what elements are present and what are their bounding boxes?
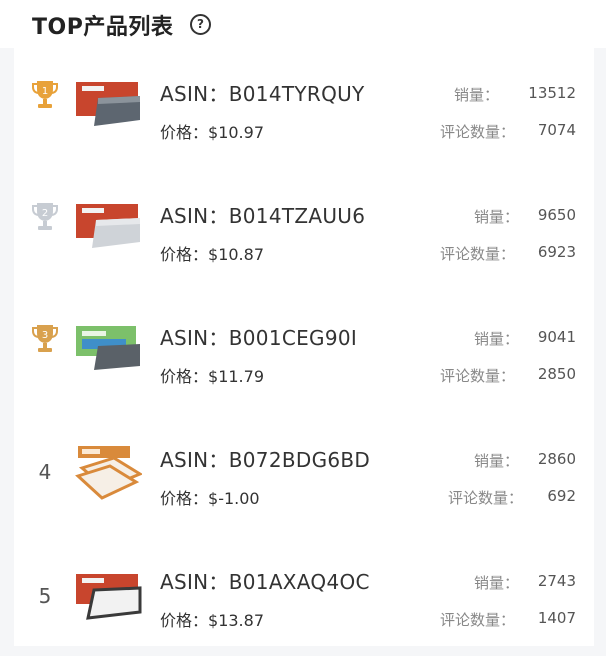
list-item[interactable]: 5 ASIN：B01AXAQ4OC 价格：$13.87 销量： 2743 评论数… [14,534,594,656]
product-thumbnail [74,572,142,620]
reviews-label: 评论数量： [440,245,516,263]
asin-value: B014TZAUU6 [228,204,366,228]
gold-trophy-icon: 1 [30,78,60,112]
rank-number: 5 [38,584,52,608]
list-item[interactable]: 3 ASIN：B001CEG90I 价格：$11.79 销量： 9041 评论数… [14,290,594,412]
sales-label: 销量： [474,208,520,226]
svg-text:1: 1 [42,86,48,97]
price-value: $10.97 [208,123,264,142]
sales-value: 2743 [537,572,576,590]
sales-label: 销量： [474,452,520,470]
reviews-value: 692 [547,487,576,505]
reviews-value: 2850 [537,365,576,383]
list-item[interactable]: 4 ASIN：B072BDG6BD 价格：$-1.00 销量： 2860 评论数… [14,412,594,534]
asin-value: B001CEG90I [228,326,358,350]
sales-value: 9041 [537,328,576,346]
header: TOP产品列表 ? [0,0,606,48]
page-title: TOP产品列表 [32,15,174,40]
price-value: $-1.00 [208,489,260,508]
question-circle-icon[interactable]: ? [190,14,211,35]
svg-text:2: 2 [42,208,48,219]
reviews-label: 评论数量： [440,123,516,141]
asin-text: ASIN：B001CEG90I [160,326,358,350]
price-text: 价格：$-1.00 [160,489,260,508]
price-text: 价格：$10.97 [160,123,264,142]
product-thumbnail [74,202,142,250]
reviews-value: 1407 [537,609,576,627]
list-item[interactable]: 1 ASIN：B014TYRQUY 价格：$10.97 销量： 13512 评论… [14,46,594,168]
price-text: 价格：$10.87 [160,245,264,264]
sales-label: 销量： [474,574,520,592]
reviews-label: 评论数量： [440,611,516,629]
sales-value: 9650 [537,206,576,224]
sales-value: 13512 [528,84,576,102]
asin-text: ASIN：B014TYRQUY [160,82,365,106]
silver-trophy-icon: 2 [30,200,60,234]
bronze-trophy-icon: 3 [30,322,60,356]
reviews-value: 7074 [537,121,576,139]
product-list: 1 ASIN：B014TYRQUY 价格：$10.97 销量： 13512 评论… [14,46,594,646]
list-item[interactable]: 2 ASIN：B014TZAUU6 价格：$10.87 销量： 9650 评论数… [14,168,594,290]
rank-number: 4 [38,460,52,484]
svg-text:3: 3 [42,330,48,341]
asin-text: ASIN：B014TZAUU6 [160,204,366,228]
price-text: 价格：$13.87 [160,611,264,630]
sales-value: 2860 [537,450,576,468]
sales-label: 销量： [454,86,500,104]
sales-label: 销量： [474,330,520,348]
price-value: $11.79 [208,367,264,386]
product-thumbnail [74,446,144,500]
reviews-value: 6923 [537,243,576,261]
product-thumbnail [74,324,142,372]
asin-value: B014TYRQUY [228,82,365,106]
price-value: $13.87 [208,611,264,630]
product-thumbnail [74,80,142,128]
asin-text: ASIN：B01AXAQ4OC [160,570,370,594]
reviews-label: 评论数量： [440,367,516,385]
asin-text: ASIN：B072BDG6BD [160,448,371,472]
price-text: 价格：$11.79 [160,367,264,386]
price-value: $10.87 [208,245,264,264]
asin-value: B072BDG6BD [228,448,371,472]
asin-value: B01AXAQ4OC [228,570,370,594]
reviews-label: 评论数量： [448,489,524,507]
